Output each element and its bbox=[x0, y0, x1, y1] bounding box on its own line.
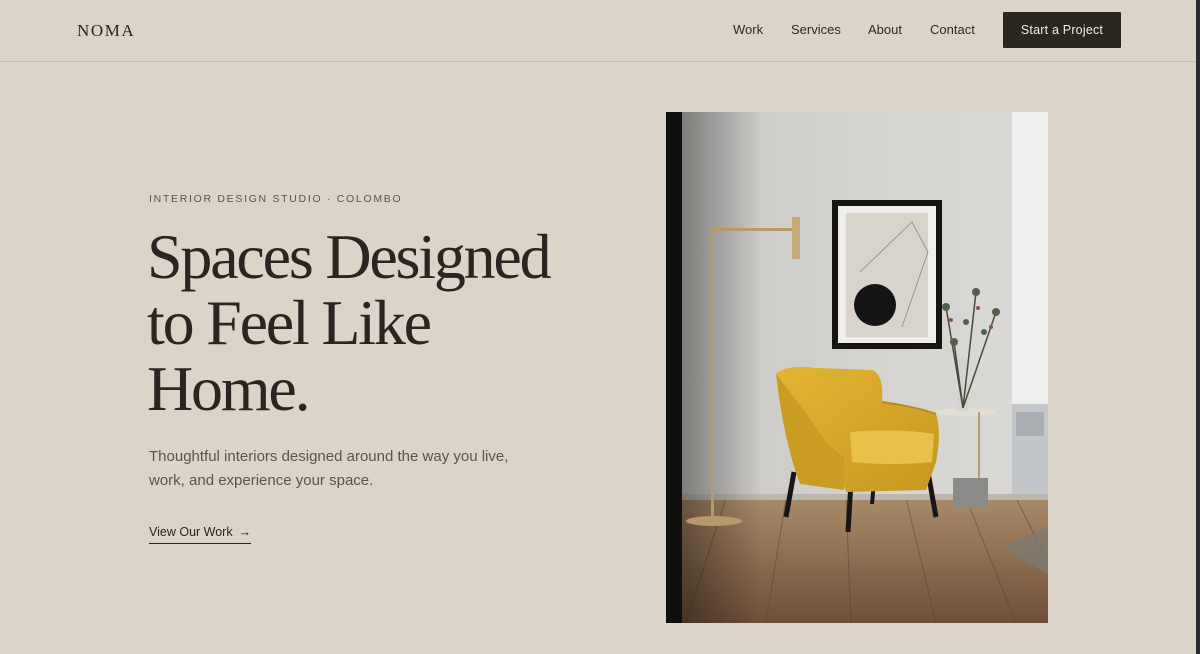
start-project-button[interactable]: Start a Project bbox=[1003, 12, 1121, 48]
view-work-label: View Our Work bbox=[149, 525, 233, 539]
hero-headline: Spaces Designed to Feel Like Home. bbox=[147, 224, 627, 422]
hero-subtext: Thoughtful interiors designed around the… bbox=[149, 448, 509, 489]
hero-image bbox=[666, 112, 1048, 623]
headline-line: Home. bbox=[147, 353, 311, 424]
window-edge bbox=[1196, 0, 1200, 654]
view-work-link[interactable]: View Our Work → bbox=[149, 525, 252, 544]
nav-link-contact[interactable]: Contact bbox=[930, 22, 975, 37]
interior-photo bbox=[666, 112, 1048, 623]
headline-line: to Feel Like bbox=[147, 287, 432, 358]
top-navigation: NOMA Work Services About Contact Start a… bbox=[0, 0, 1200, 62]
nav-link-services[interactable]: Services bbox=[791, 22, 841, 37]
headline-line: Spaces Designed bbox=[147, 221, 552, 292]
nav-link-about[interactable]: About bbox=[868, 22, 902, 37]
nav-link-work[interactable]: Work bbox=[733, 22, 763, 37]
hero-eyebrow: INTERIOR DESIGN STUDIO · COLOMBO bbox=[149, 193, 403, 205]
arrow-right-icon: → bbox=[238, 525, 252, 539]
